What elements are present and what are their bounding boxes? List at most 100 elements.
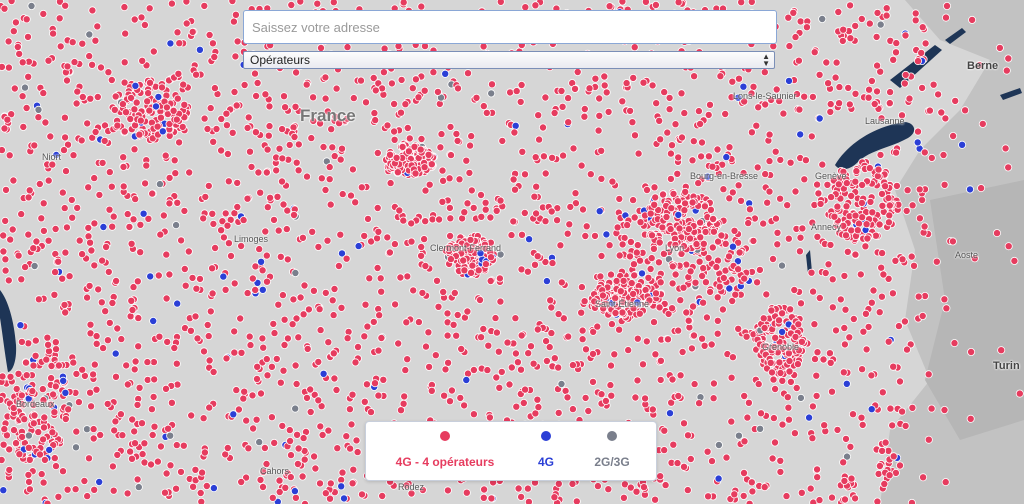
site-marker[interactable] bbox=[293, 459, 302, 468]
site-marker[interactable] bbox=[846, 34, 855, 43]
site-marker[interactable] bbox=[768, 368, 777, 377]
site-marker[interactable] bbox=[184, 247, 193, 256]
site-marker[interactable] bbox=[704, 253, 713, 262]
site-marker[interactable] bbox=[90, 174, 99, 183]
site-marker[interactable] bbox=[681, 199, 690, 208]
site-marker[interactable] bbox=[772, 214, 781, 223]
site-marker[interactable] bbox=[265, 122, 274, 131]
site-marker[interactable] bbox=[918, 311, 927, 320]
site-marker[interactable] bbox=[45, 445, 54, 454]
site-marker[interactable] bbox=[635, 309, 644, 318]
site-marker[interactable] bbox=[813, 465, 822, 474]
site-marker[interactable] bbox=[840, 340, 849, 349]
site-marker[interactable] bbox=[263, 203, 272, 212]
site-marker[interactable] bbox=[425, 362, 434, 371]
site-marker[interactable] bbox=[162, 469, 171, 478]
site-marker[interactable] bbox=[119, 182, 128, 191]
site-marker[interactable] bbox=[756, 424, 765, 433]
site-marker[interactable] bbox=[757, 409, 766, 418]
site-marker[interactable] bbox=[29, 361, 38, 370]
site-marker[interactable] bbox=[294, 444, 303, 453]
site-marker[interactable] bbox=[591, 74, 600, 83]
site-marker[interactable] bbox=[606, 381, 615, 390]
site-marker[interactable] bbox=[510, 128, 519, 137]
site-marker[interactable] bbox=[206, 307, 215, 316]
site-marker[interactable] bbox=[325, 175, 334, 184]
site-marker[interactable] bbox=[648, 81, 657, 90]
site-marker[interactable] bbox=[20, 83, 29, 92]
site-marker[interactable] bbox=[666, 225, 675, 234]
site-marker[interactable] bbox=[387, 79, 396, 88]
site-marker[interactable] bbox=[403, 355, 412, 364]
site-marker[interactable] bbox=[862, 345, 871, 354]
site-marker[interactable] bbox=[270, 329, 279, 338]
site-marker[interactable] bbox=[251, 262, 260, 271]
site-marker[interactable] bbox=[39, 478, 48, 487]
site-marker[interactable] bbox=[231, 10, 240, 19]
site-marker[interactable] bbox=[531, 260, 540, 269]
site-marker[interactable] bbox=[0, 440, 8, 449]
site-marker[interactable] bbox=[778, 261, 787, 270]
site-marker[interactable] bbox=[521, 385, 530, 394]
site-marker[interactable] bbox=[584, 406, 593, 415]
site-marker[interactable] bbox=[370, 379, 379, 388]
site-marker[interactable] bbox=[556, 241, 565, 250]
site-marker[interactable] bbox=[735, 74, 744, 83]
site-marker[interactable] bbox=[6, 372, 15, 381]
site-marker[interactable] bbox=[130, 427, 139, 436]
site-marker[interactable] bbox=[826, 100, 835, 109]
site-marker[interactable] bbox=[776, 467, 785, 476]
site-marker[interactable] bbox=[206, 104, 215, 113]
site-marker[interactable] bbox=[155, 332, 164, 341]
site-marker[interactable] bbox=[793, 360, 802, 369]
site-marker[interactable] bbox=[441, 69, 450, 78]
site-marker[interactable] bbox=[302, 172, 311, 181]
site-marker[interactable] bbox=[157, 83, 166, 92]
site-marker[interactable] bbox=[256, 475, 265, 484]
site-marker[interactable] bbox=[846, 1, 855, 10]
site-marker[interactable] bbox=[652, 289, 661, 298]
site-marker[interactable] bbox=[676, 296, 685, 305]
site-marker[interactable] bbox=[669, 189, 678, 198]
site-marker[interactable] bbox=[262, 277, 271, 286]
site-marker[interactable] bbox=[93, 22, 102, 31]
site-marker[interactable] bbox=[836, 295, 845, 304]
site-marker[interactable] bbox=[886, 88, 895, 97]
site-marker[interactable] bbox=[314, 242, 323, 251]
site-marker[interactable] bbox=[18, 432, 27, 441]
site-marker[interactable] bbox=[902, 206, 911, 215]
site-marker[interactable] bbox=[390, 100, 399, 109]
site-marker[interactable] bbox=[337, 303, 346, 312]
site-marker[interactable] bbox=[487, 494, 496, 503]
site-marker[interactable] bbox=[808, 92, 817, 101]
site-marker[interactable] bbox=[54, 361, 63, 370]
site-marker[interactable] bbox=[17, 275, 26, 284]
site-marker[interactable] bbox=[747, 128, 756, 137]
site-marker[interactable] bbox=[888, 421, 897, 430]
site-marker[interactable] bbox=[405, 134, 414, 143]
site-marker[interactable] bbox=[649, 244, 658, 253]
site-marker[interactable] bbox=[740, 468, 749, 477]
site-marker[interactable] bbox=[467, 186, 476, 195]
site-marker[interactable] bbox=[39, 9, 48, 18]
site-marker[interactable] bbox=[208, 39, 217, 48]
site-marker[interactable] bbox=[795, 247, 804, 256]
site-marker[interactable] bbox=[634, 149, 643, 158]
site-marker[interactable] bbox=[641, 0, 650, 6]
site-marker[interactable] bbox=[417, 134, 426, 143]
site-marker[interactable] bbox=[734, 181, 743, 190]
site-marker[interactable] bbox=[48, 160, 57, 169]
site-marker[interactable] bbox=[180, 264, 189, 273]
site-marker[interactable] bbox=[506, 88, 515, 97]
site-marker[interactable] bbox=[111, 92, 120, 101]
site-marker[interactable] bbox=[571, 84, 580, 93]
site-marker[interactable] bbox=[668, 375, 677, 384]
site-marker[interactable] bbox=[823, 180, 832, 189]
site-marker[interactable] bbox=[411, 169, 420, 178]
site-marker[interactable] bbox=[351, 358, 360, 367]
site-marker[interactable] bbox=[17, 210, 26, 219]
site-marker[interactable] bbox=[38, 385, 47, 394]
site-marker[interactable] bbox=[618, 308, 627, 317]
site-marker[interactable] bbox=[794, 56, 803, 65]
site-marker[interactable] bbox=[660, 446, 669, 455]
